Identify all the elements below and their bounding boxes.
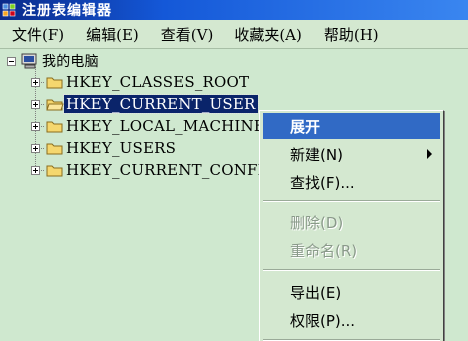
title-bar[interactable]: 注册表编辑器 xyxy=(0,0,468,20)
menu-separator xyxy=(263,269,440,271)
window-title: 注册表编辑器 xyxy=(22,3,112,19)
folder-icon xyxy=(46,121,63,133)
tree-root-label: 我的电脑 xyxy=(42,54,99,70)
submenu-arrow-icon xyxy=(427,149,432,159)
expand-icon[interactable] xyxy=(31,99,40,109)
context-menu-label: 重命名(R) xyxy=(290,241,358,260)
registry-editor-icon xyxy=(2,3,16,17)
tree-item-hkey-current-config[interactable]: HKEY_CURRENT_CONFIG xyxy=(31,160,278,180)
context-menu-expand[interactable]: 展开 xyxy=(263,113,440,139)
context-menu-label: 删除(D) xyxy=(290,213,344,232)
context-menu-export[interactable]: 导出(E) xyxy=(263,279,440,305)
folder-icon xyxy=(46,143,63,155)
tree-item-hkey-current-user[interactable]: HKEY_CURRENT_USER xyxy=(31,94,259,114)
computer-icon xyxy=(21,53,37,69)
context-menu-rename: 重命名(R) xyxy=(263,237,440,263)
open-folder-icon xyxy=(46,99,64,111)
menu-separator xyxy=(263,200,440,202)
expand-icon[interactable] xyxy=(31,77,40,87)
context-menu-label: 权限(P)... xyxy=(290,311,356,330)
context-menu-label: 查找(F)... xyxy=(290,173,355,192)
tree-item-label-selected: HKEY_CURRENT_USER xyxy=(63,94,259,114)
collapse-icon[interactable] xyxy=(7,56,16,66)
context-menu-label: 新建(N) xyxy=(290,145,343,164)
tree-item-hkey-users[interactable]: HKEY_USERS xyxy=(31,138,178,158)
menu-file[interactable]: 文件(F) xyxy=(12,24,64,45)
folder-icon xyxy=(46,77,63,89)
menu-help[interactable]: 帮助(H) xyxy=(324,24,379,45)
context-menu-find[interactable]: 查找(F)... xyxy=(263,169,440,195)
context-menu-new[interactable]: 新建(N) xyxy=(263,141,440,167)
context-menu: 展开 新建(N) 查找(F)... 删除(D) 重命名(R) 导出(E) 权限(… xyxy=(259,110,444,341)
context-menu-label: 展开 xyxy=(290,117,321,136)
tree-root-my-computer[interactable]: 我的电脑 xyxy=(7,51,101,71)
context-menu-delete: 删除(D) xyxy=(263,209,440,235)
expand-icon[interactable] xyxy=(31,143,40,153)
expand-icon[interactable] xyxy=(31,121,40,131)
expand-icon[interactable] xyxy=(31,165,40,175)
context-menu-label: 导出(E) xyxy=(290,283,342,302)
menu-bar: 文件(F) 编辑(E) 查看(V) 收藏夹(A) 帮助(H) xyxy=(0,20,468,49)
menu-view[interactable]: 查看(V) xyxy=(161,24,214,45)
tree-item-hkey-classes-root[interactable]: HKEY_CLASSES_ROOT xyxy=(31,72,251,92)
folder-icon xyxy=(46,165,63,177)
tree-item-label: HKEY_LOCAL_MACHINE xyxy=(66,117,266,135)
registry-editor-window: 注册表编辑器 文件(F) 编辑(E) 查看(V) 收藏夹(A) 帮助(H) 我的… xyxy=(0,0,468,341)
tree-item-label: HKEY_CURRENT_CONFIG xyxy=(66,161,276,179)
context-menu-permissions[interactable]: 权限(P)... xyxy=(263,307,440,333)
menu-edit[interactable]: 编辑(E) xyxy=(86,24,139,45)
tree-item-label: HKEY_USERS xyxy=(66,139,177,157)
menu-favorites[interactable]: 收藏夹(A) xyxy=(234,24,302,45)
tree-item-label: HKEY_CLASSES_ROOT xyxy=(66,73,250,91)
tree-item-hkey-local-machine[interactable]: HKEY_LOCAL_MACHINE xyxy=(31,116,267,136)
